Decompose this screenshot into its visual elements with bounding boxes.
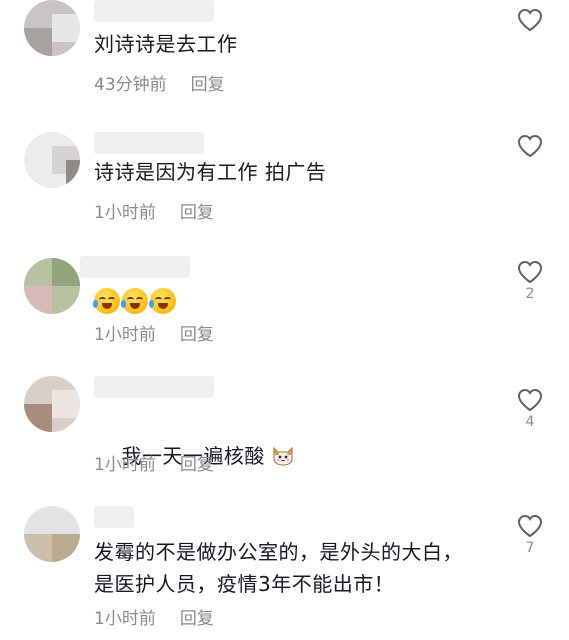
reply-button[interactable]: 回复: [180, 198, 214, 223]
comment-meta: 1小时前 回复: [94, 320, 214, 345]
heart-outline-icon: [517, 134, 543, 158]
comment-meta: 1小时前 回复: [94, 198, 214, 223]
like-button[interactable]: 4: [515, 388, 545, 432]
comment-meta: 1小时前 回复: [94, 450, 214, 475]
username-blurred[interactable]: [94, 0, 214, 22]
avatar[interactable]: [24, 0, 80, 56]
comment-item: 我一天一遍核酸 1小时前 回复 4: [0, 376, 569, 496]
reply-button[interactable]: 回复: [191, 70, 225, 95]
avatar[interactable]: [24, 376, 80, 432]
avatar[interactable]: [24, 258, 80, 314]
reply-button[interactable]: 回复: [180, 604, 214, 629]
username-blurred[interactable]: [80, 256, 190, 278]
comment-meta: 1小时前 回复: [94, 604, 214, 629]
comment-time: 1小时前: [94, 203, 156, 223]
comment-item: 诗诗是因为有工作 拍广告 1小时前 回复: [0, 132, 569, 252]
like-count: 4: [525, 414, 535, 430]
cat-face-emoji: [271, 443, 295, 467]
comment-time: 43分钟前: [94, 75, 167, 95]
comment-time: 1小时前: [94, 609, 156, 629]
emoji-row: [93, 288, 176, 314]
comment-item: 发霉的不是做办公室的，是外头的大白，是医护人员，疫情3年不能出市！ 1小时前 回…: [0, 506, 569, 640]
reply-button[interactable]: 回复: [180, 320, 214, 345]
like-button[interactable]: [515, 134, 545, 178]
like-count: 7: [525, 540, 535, 556]
comment-item: 1小时前 回复 2: [0, 256, 569, 376]
like-button[interactable]: 2: [515, 260, 545, 304]
avatar[interactable]: [24, 132, 80, 188]
comment-item: 刘诗诗是去工作 43分钟前 回复: [0, 0, 569, 120]
comment-text: 发霉的不是做办公室的，是外头的大白，是医护人员，疫情3年不能出市！: [94, 540, 463, 596]
laugh-cry-emoji: [121, 288, 148, 314]
heart-outline-icon: [517, 388, 543, 412]
avatar[interactable]: [24, 506, 80, 562]
comment-meta: 43分钟前 回复: [94, 70, 225, 95]
username-blurred[interactable]: [94, 132, 204, 154]
like-button[interactable]: [515, 8, 545, 52]
username-blurred[interactable]: [94, 376, 214, 398]
comment-time: 1小时前: [94, 325, 156, 345]
laugh-cry-emoji: [149, 288, 176, 314]
like-button[interactable]: 7: [515, 514, 545, 558]
username-blurred[interactable]: [94, 506, 134, 528]
laugh-cry-emoji: [93, 288, 120, 314]
heart-outline-icon: [517, 514, 543, 538]
reply-button[interactable]: 回复: [180, 450, 214, 475]
heart-outline-icon: [517, 8, 543, 32]
like-count: 2: [525, 286, 535, 302]
comment-time: 1小时前: [94, 455, 156, 475]
comment-text: 诗诗是因为有工作 拍广告: [94, 160, 327, 184]
comment-text: 刘诗诗是去工作: [94, 32, 238, 56]
heart-outline-icon: [517, 260, 543, 284]
